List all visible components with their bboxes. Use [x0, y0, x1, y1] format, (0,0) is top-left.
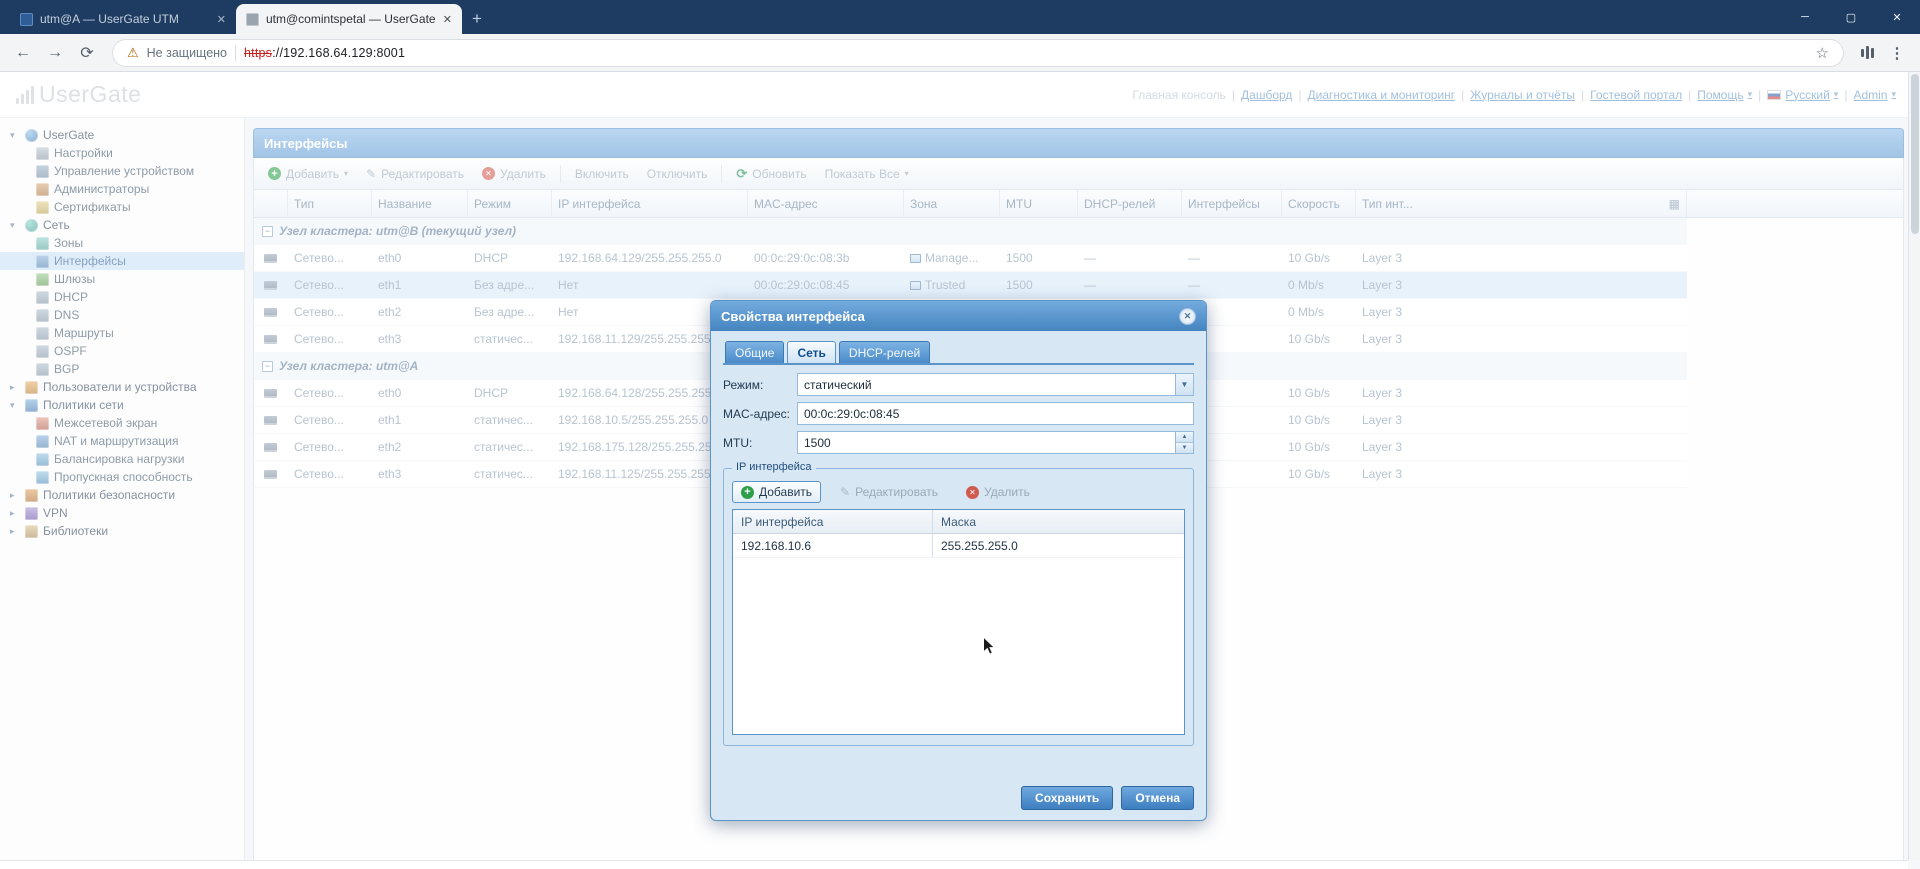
mac-field-input[interactable] [798, 403, 1193, 424]
form-row: MAC-адрес: [723, 402, 1194, 425]
browser-tabs: utm@A — UserGate UTM ✕ utm@comintspetal — … [10, 4, 462, 34]
security-warning-icon: ⚠ [127, 44, 139, 60]
dialog-body: ОбщиеСетьDHCP-релей Режим: ▼ MAC-адрес: MTU… [711, 331, 1206, 776]
ip-add-button[interactable]: + Добавить [732, 481, 822, 503]
tab-title: utm@comintspetal — UserGate [266, 12, 436, 26]
tab-close-icon[interactable]: ✕ [443, 13, 452, 26]
browser-tab[interactable]: utm@comintspetal — UserGate ✕ [236, 4, 462, 34]
ip-grid-body: 192.168.10.6 255.255.255.0 [733, 534, 1184, 558]
page-scrollbar-horizontal[interactable] [0, 860, 1908, 869]
maximize-button[interactable]: ▢ [1828, 0, 1874, 34]
ip-grid-column-header[interactable]: IP интерфейса [733, 510, 933, 533]
close-button[interactable]: ✕ [1874, 0, 1920, 34]
omnibox-divider [235, 44, 237, 61]
browser-tab-strip: utm@A — UserGate UTM ✕ utm@comintspetal — … [0, 0, 1920, 34]
field-label: Режим: [723, 377, 764, 392]
ip-grid: IP интерфейса Маска 192.168.10.6 255.255.2… [732, 509, 1185, 735]
dialog-header[interactable]: Свойства интерфейса ✕ [711, 301, 1206, 331]
field-label: MAC-адрес: [723, 406, 791, 421]
new-tab-button[interactable]: + [462, 4, 492, 34]
mtu-stepper[interactable]: ▲▼ [797, 431, 1194, 454]
mask-cell: 255.255.255.0 [941, 538, 1018, 553]
mouse-cursor [983, 636, 996, 655]
spin-up-icon[interactable]: ▲ [1176, 432, 1193, 443]
combo-trigger-icon[interactable]: ▼ [1175, 374, 1193, 395]
form-row: Режим: ▼ [723, 373, 1194, 396]
security-label[interactable]: Не защищено [147, 46, 227, 60]
bookmark-star-icon[interactable]: ☆ [1816, 44, 1829, 62]
forward-button[interactable]: → [40, 38, 70, 68]
form-row: MTU: ▲▼ [723, 431, 1194, 454]
tab-network[interactable]: Сеть [787, 341, 836, 363]
dialog-form: Режим:▼MAC-адрес:MTU:▲▼ [723, 373, 1194, 454]
url-text: https://192.168.64.129:8001 [244, 46, 405, 60]
save-button[interactable]: Сохранить [1021, 786, 1114, 810]
cancel-button[interactable]: Отмена [1121, 786, 1194, 810]
reload-button[interactable]: ⟳ [72, 38, 102, 68]
scrollbar-thumb[interactable] [1910, 74, 1919, 234]
dialog-footer: Сохранить Отмена [711, 776, 1206, 820]
mode-combo-input[interactable] [798, 374, 1193, 395]
page-scrollbar-vertical[interactable] [1908, 72, 1920, 860]
dialog-title: Свойства интерфейса [721, 308, 865, 324]
tab-favicon [20, 12, 33, 26]
fieldset-toolbar: + Добавить ✎ Редактировать ✕ Удалить [732, 479, 1185, 505]
ip-grid-row[interactable]: 192.168.10.6 255.255.255.0 [733, 534, 1184, 558]
extension-icon[interactable] [1854, 40, 1880, 66]
browser-navbar: ← → ⟳ ⚠ Не защищено https://192.168.64.1… [0, 34, 1920, 72]
fieldset-legend: IP интерфейса [732, 461, 816, 473]
ip-fieldset: IP интерфейса + Добавить ✎ Редактировать ✕ Уд… [723, 461, 1194, 746]
window-controls: ─ ▢ ✕ [1782, 0, 1920, 34]
dialog-close-icon[interactable]: ✕ [1179, 307, 1196, 325]
ip-grid-header: IP интерфейса Маска [733, 510, 1184, 534]
fieldset-button-label: Редактировать [855, 485, 939, 499]
ip-edit-button[interactable]: ✎ Редактировать [831, 481, 947, 503]
address-bar[interactable]: ⚠ Не защищено https://192.168.64.129:800… [112, 38, 1844, 67]
spinner-buttons[interactable]: ▲ ▼ [1175, 432, 1193, 453]
field-label: MTU: [723, 435, 753, 450]
ip-delete-button[interactable]: ✕ Удалить [957, 481, 1039, 503]
fieldset-button-label: Добавить [759, 485, 813, 499]
mode-combo[interactable]: ▼ [797, 373, 1194, 396]
browser-menu-icon[interactable]: ⋮ [1882, 38, 1912, 68]
tab-dhcp-relay[interactable]: DHCP-релей [838, 341, 931, 363]
mtu-stepper-input[interactable] [798, 432, 1193, 453]
ip-cell: 192.168.10.6 [733, 534, 933, 557]
delete-icon: ✕ [966, 485, 980, 499]
dialog-tabs: Общие Сеть DHCP-релей [723, 341, 1194, 365]
spin-down-icon[interactable]: ▼ [1176, 443, 1193, 453]
interface-properties-dialog: Свойства интерфейса ✕ Общие Сеть DHCP-реле… [710, 300, 1207, 821]
add-icon: + [741, 485, 754, 499]
tab-favicon [246, 12, 259, 26]
edit-icon: ✎ [840, 485, 851, 499]
url-rest: ://192.168.64.129:8001 [272, 45, 406, 60]
minimize-button[interactable]: ─ [1782, 0, 1828, 34]
tab-title: utm@A — UserGate UTM [40, 12, 179, 26]
mac-field[interactable] [797, 402, 1194, 425]
fieldset-button-label: Удалить [984, 485, 1030, 499]
tab-close-icon[interactable]: ✕ [217, 13, 226, 26]
url-scheme: https [244, 45, 273, 60]
back-button[interactable]: ← [8, 38, 38, 68]
tab-general[interactable]: Общие [725, 341, 785, 363]
ip-grid-column-header[interactable]: Маска [933, 510, 1184, 533]
browser-tab[interactable]: utm@A — UserGate UTM ✕ [10, 4, 236, 34]
